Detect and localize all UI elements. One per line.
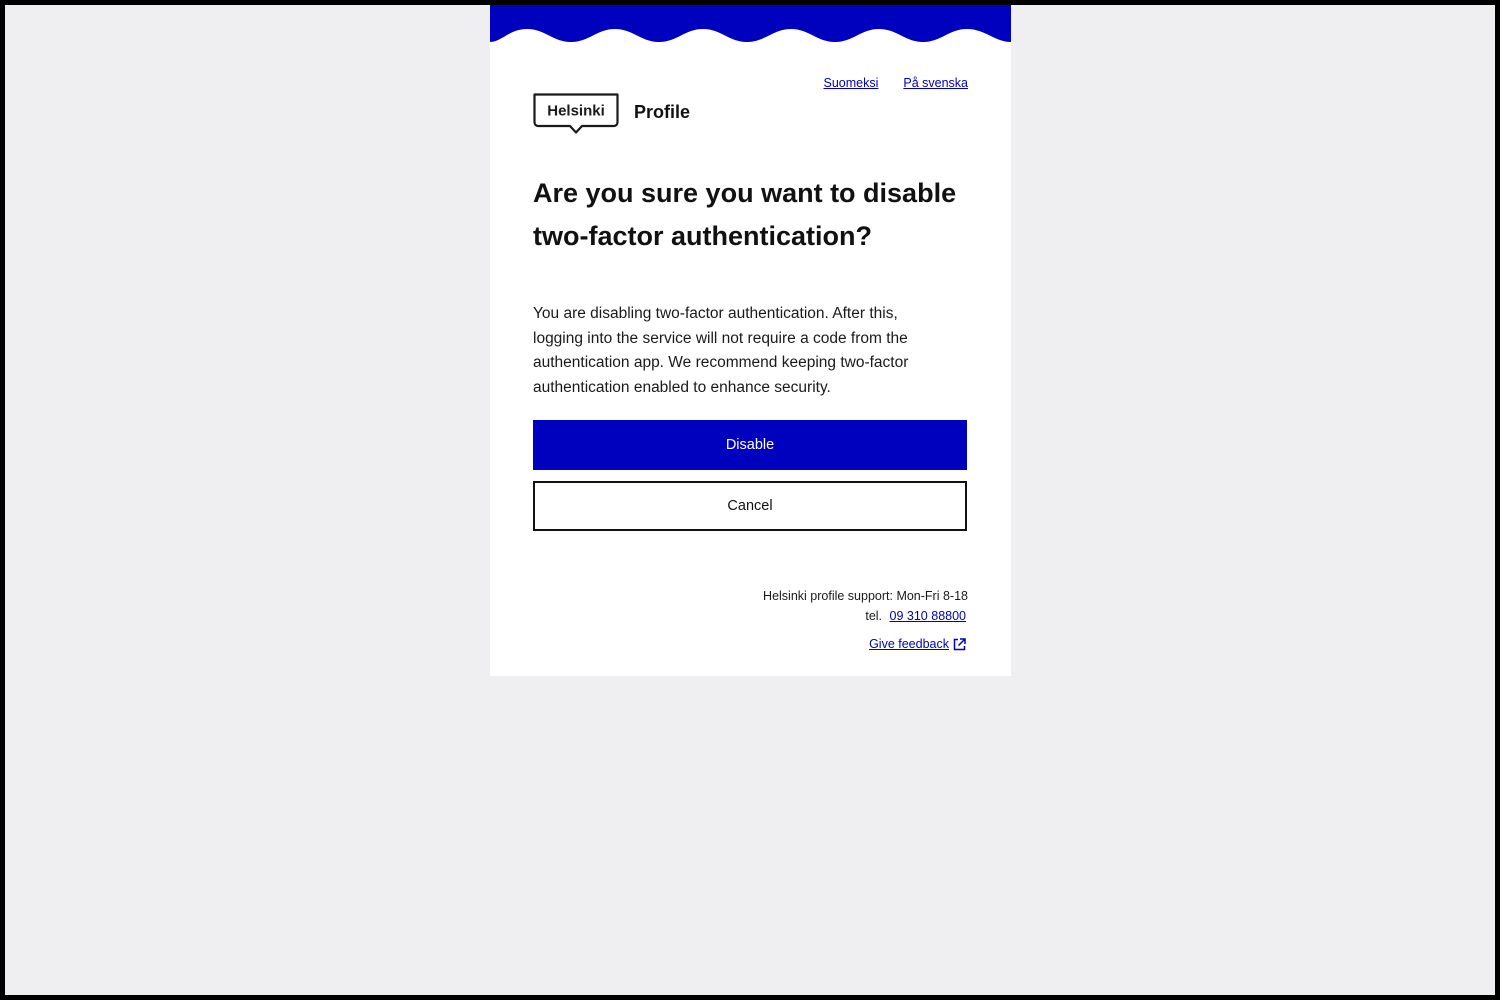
support-footer: Helsinki profile support: Mon-Fri 8-18 t… — [763, 586, 968, 654]
page-background: Suomeksi På svenska Helsinki Profile Are… — [5, 5, 1495, 995]
site-brand: Helsinki Profile — [533, 93, 690, 135]
dialog-heading: Are you sure you want to disable two-fac… — [533, 178, 957, 251]
phone-link[interactable]: 09 310 88800 — [890, 609, 966, 623]
language-link-finnish[interactable]: Suomeksi — [823, 76, 878, 90]
support-hours: Helsinki profile support: Mon-Fri 8-18 — [763, 589, 968, 603]
support-phone-line: tel. 09 310 88800 — [763, 606, 968, 626]
cancel-button[interactable]: Cancel — [533, 481, 967, 531]
phone-label: tel. — [865, 609, 883, 623]
service-title: Profile — [634, 101, 691, 122]
external-link-icon — [953, 637, 966, 650]
language-selector: Suomeksi På svenska — [823, 76, 968, 90]
feedback-label: Give feedback — [869, 637, 949, 651]
language-link-swedish[interactable]: På svenska — [903, 76, 968, 90]
dialog-card: Suomeksi På svenska Helsinki Profile Are… — [490, 5, 1011, 676]
dialog-description: You are disabling two-factor authenticat… — [533, 305, 909, 396]
helsinki-logo[interactable]: Helsinki — [533, 93, 619, 135]
logo-wordmark: Helsinki — [547, 103, 605, 120]
wave-header-decoration — [490, 5, 1011, 42]
disable-button[interactable]: Disable — [533, 420, 967, 470]
give-feedback-link[interactable]: Give feedback — [869, 634, 966, 654]
